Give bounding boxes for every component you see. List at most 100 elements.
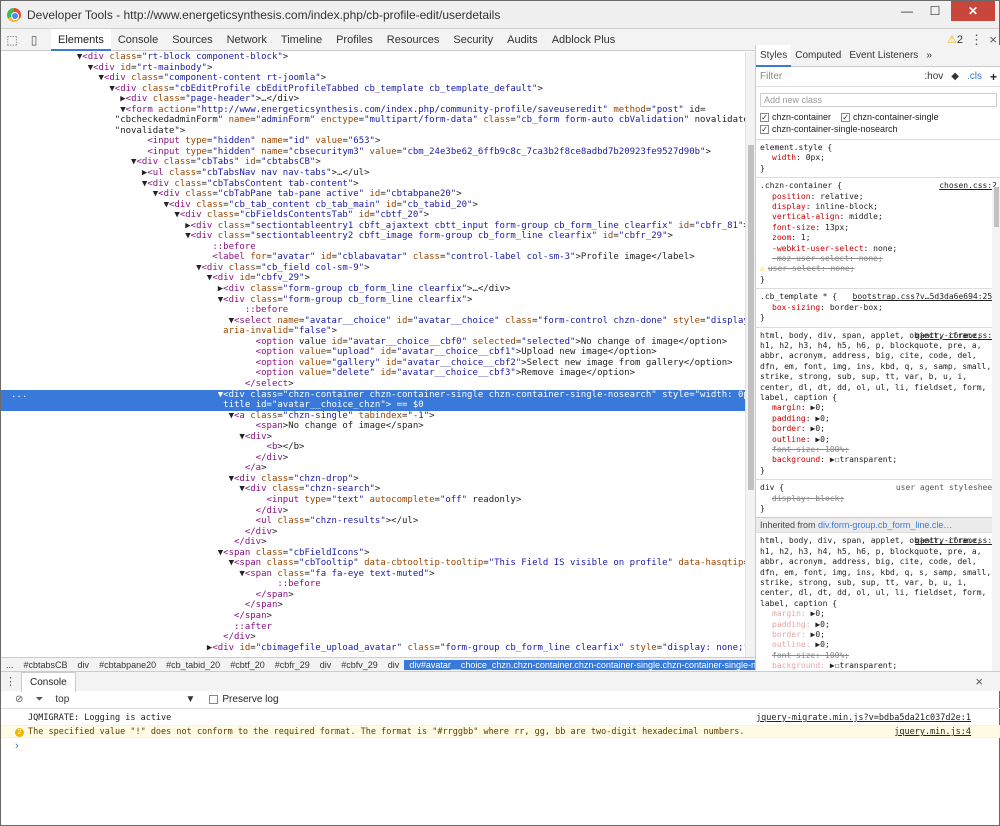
inherited-selector[interactable]: div.form-group.cb_form_line.cle… bbox=[818, 520, 952, 530]
filter-icon[interactable]: ⏷ bbox=[35, 694, 43, 705]
drawer-menu-icon[interactable]: ⋮ bbox=[5, 675, 16, 688]
css-property[interactable]: -moz-user-select: none; bbox=[760, 254, 997, 264]
sidebar-scrollbar[interactable] bbox=[992, 187, 1000, 671]
preserve-log-checkbox[interactable]: Preserve log bbox=[209, 694, 279, 705]
dom-node[interactable]: </span> bbox=[1, 590, 755, 601]
css-property[interactable]: background: ▶☐transparent; bbox=[760, 661, 997, 671]
rule-selector[interactable]: element.style { bbox=[760, 143, 997, 153]
tab-profiles[interactable]: Profiles bbox=[329, 29, 380, 51]
dom-node[interactable]: </div> bbox=[1, 537, 755, 548]
dom-node[interactable]: ▼<select name="avatar__choice" id="avata… bbox=[1, 316, 755, 327]
dom-node[interactable]: <option value id="avatar__choice__cbf0" … bbox=[1, 337, 755, 348]
sidebar-tab-styles[interactable]: Styles bbox=[756, 45, 792, 67]
css-property[interactable]: padding: ▶0; bbox=[760, 620, 997, 630]
dom-node[interactable]: ▼<div class="cbTabs" id="cbtabsCB"> bbox=[1, 157, 755, 168]
sidebar-tab-more[interactable]: » bbox=[922, 45, 936, 67]
css-property[interactable]: outline: ▶0; bbox=[760, 640, 997, 650]
dom-node[interactable]: ▼<span class="fa fa-eye text-muted"> bbox=[1, 569, 755, 580]
selected-dom-node[interactable]: ... ▼<div class="chzn-container chzn-con… bbox=[1, 389, 755, 401]
close-window-button[interactable]: ✕ bbox=[951, 1, 995, 21]
tab-timeline[interactable]: Timeline bbox=[274, 29, 329, 51]
rule-source-link[interactable]: gantry-core.css:9 bbox=[915, 331, 997, 341]
dom-node[interactable]: ▼<div class="cb_tab_content cb_tab_main"… bbox=[1, 200, 755, 211]
dom-node[interactable]: </div> bbox=[1, 453, 755, 464]
dom-node[interactable]: <label for="avatar" id="cblabavatar" cla… bbox=[1, 252, 755, 263]
tab-console-drawer[interactable]: Console bbox=[21, 671, 76, 692]
dom-node[interactable]: <option value="delete" id="avatar__choic… bbox=[1, 368, 755, 379]
dom-node[interactable]: ▼<div class="form-group cb_form_line cle… bbox=[1, 295, 755, 306]
dom-node[interactable]: ::before bbox=[1, 242, 755, 253]
css-property[interactable]: font-size: 13px; bbox=[760, 223, 997, 233]
dom-node[interactable]: ▼<div class="cbTabsContent tab-content"> bbox=[1, 179, 755, 190]
class-checkbox[interactable]: ✓ chzn-container-single-nosearch bbox=[760, 123, 898, 135]
dom-node[interactable]: </select> bbox=[1, 379, 755, 390]
maximize-button[interactable]: ☐ bbox=[921, 1, 949, 21]
rule-selector[interactable]: html, body, div, span, applet, object, i… bbox=[760, 536, 997, 609]
breadcrumb-item[interactable]: div bbox=[383, 660, 405, 670]
message-source-link[interactable]: jquery.min.js:4 bbox=[894, 726, 971, 739]
css-property[interactable]: -webkit-user-select: none; bbox=[760, 244, 997, 254]
breadcrumb-item[interactable]: #cbtf_20 bbox=[225, 660, 270, 670]
dom-node[interactable]: ▶<div id="cbimagefile_upload_avatar" cla… bbox=[1, 643, 755, 654]
selected-dom-node[interactable]: title id="avatar__choice_chzn"> == $0 bbox=[1, 400, 755, 411]
css-property[interactable]: outline: ▶0; bbox=[760, 435, 997, 445]
css-property[interactable]: border: ▶0; bbox=[760, 424, 997, 434]
css-property[interactable]: display: block; bbox=[760, 494, 997, 504]
dom-node[interactable]: <input type="text" autocomplete="off" re… bbox=[1, 495, 755, 506]
dom-node[interactable]: aria-invalid="false"> bbox=[1, 326, 755, 337]
paint-icon[interactable]: ◆ bbox=[951, 71, 959, 82]
dom-node[interactable]: ▶<div class="form-group cb_form_line cle… bbox=[1, 284, 755, 295]
dom-node[interactable]: </span> bbox=[1, 611, 755, 622]
dom-node[interactable]: <span>No change of image</span> bbox=[1, 421, 755, 432]
dom-node[interactable]: ▼<div class="cbEditProfile cbEditProfile… bbox=[1, 84, 755, 95]
sidebar-tab-event-listeners[interactable]: Event Listeners bbox=[845, 45, 922, 67]
sidebar-tab-computed[interactable]: Computed bbox=[791, 45, 845, 67]
dom-node[interactable]: ▼<div id="cbfv_29"> bbox=[1, 273, 755, 284]
dom-node[interactable]: </div> bbox=[1, 632, 755, 643]
dom-node[interactable]: ▼<span class="cbTooltip" data-cbtooltip-… bbox=[1, 558, 755, 569]
device-mode-icon[interactable]: ▯ bbox=[23, 33, 45, 47]
dom-node[interactable]: </span> bbox=[1, 600, 755, 611]
dom-node[interactable]: ▼<div class="chzn-drop"> bbox=[1, 474, 755, 485]
css-property[interactable]: position: relative; bbox=[760, 192, 997, 202]
dom-node[interactable]: </div> bbox=[1, 527, 755, 538]
class-checkbox[interactable]: ✓ chzn-container bbox=[760, 111, 831, 123]
dom-scrollbar[interactable] bbox=[745, 52, 755, 657]
breadcrumb-item[interactable]: #cbtabpane20 bbox=[94, 660, 161, 670]
breadcrumb-item[interactable]: div#avatar__choice_chzn.chzn-container.c… bbox=[404, 659, 755, 670]
css-property[interactable]: box-sizing: border-box; bbox=[760, 303, 997, 313]
rule-source-link[interactable]: bootstrap.css?v…5d3da6e694:258 bbox=[853, 292, 998, 302]
dom-node[interactable]: ▼<div class="chzn-search"> bbox=[1, 484, 755, 495]
css-property[interactable]: width: 0px; bbox=[760, 153, 997, 163]
class-toggle[interactable]: .cls bbox=[967, 71, 982, 82]
breadcrumb-item[interactable]: #cbfv_29 bbox=[336, 660, 383, 670]
tab-resources[interactable]: Resources bbox=[380, 29, 447, 51]
rule-source-link[interactable]: gantry-core.css:9 bbox=[915, 536, 997, 546]
new-rule-button[interactable]: + bbox=[990, 70, 997, 84]
dom-node[interactable]: <input type="hidden" name="id" value="65… bbox=[1, 136, 755, 147]
breadcrumb-item[interactable]: div bbox=[73, 660, 95, 670]
dom-node[interactable]: ▼<div class="component-content rt-joomla… bbox=[1, 73, 755, 84]
dom-node[interactable]: ::after bbox=[1, 622, 755, 633]
dom-node[interactable]: ▼<div class="cb_field col-sm-9"> bbox=[1, 263, 755, 274]
rule-source-link[interactable]: user agent stylesheet bbox=[896, 483, 997, 493]
tab-audits[interactable]: Audits bbox=[500, 29, 545, 51]
dom-scroll-thumb[interactable] bbox=[748, 145, 754, 490]
dom-node[interactable]: ::before bbox=[1, 305, 755, 316]
css-property[interactable]: font-size: 100%; bbox=[760, 651, 997, 661]
css-property[interactable]: zoom: 1; bbox=[760, 233, 997, 243]
dom-tree[interactable]: ▼<div class="rt-block component-block"> … bbox=[1, 52, 755, 657]
dom-node[interactable]: ▶<ul class="cbTabsNav nav nav-tabs">…</u… bbox=[1, 168, 755, 179]
breadcrumb-item[interactable]: #cb_tabid_20 bbox=[161, 660, 225, 670]
dom-node[interactable]: ▼<div class="cbTabPane tab-pane active" … bbox=[1, 189, 755, 200]
close-drawer-icon[interactable]: × bbox=[975, 674, 983, 689]
css-property[interactable]: font-size: 100%; bbox=[760, 445, 997, 455]
dom-node[interactable]: "cbcheckedadminForm" name="adminForm" en… bbox=[1, 115, 755, 126]
context-selector[interactable]: top ▼ bbox=[55, 694, 195, 705]
dom-node[interactable]: ▼<div id="rt-mainbody"> bbox=[1, 63, 755, 74]
sidebar-scroll-thumb[interactable] bbox=[994, 187, 999, 227]
dom-node[interactable]: <option value="gallery" id="avatar__choi… bbox=[1, 358, 755, 369]
inspect-element-icon[interactable]: ⬚ bbox=[1, 33, 23, 47]
dom-node[interactable]: ▼<a class="chzn-single" tabindex="-1"> bbox=[1, 411, 755, 422]
dom-node[interactable]: ▼<div class="sectiontableentry2 cbft_ima… bbox=[1, 231, 755, 242]
